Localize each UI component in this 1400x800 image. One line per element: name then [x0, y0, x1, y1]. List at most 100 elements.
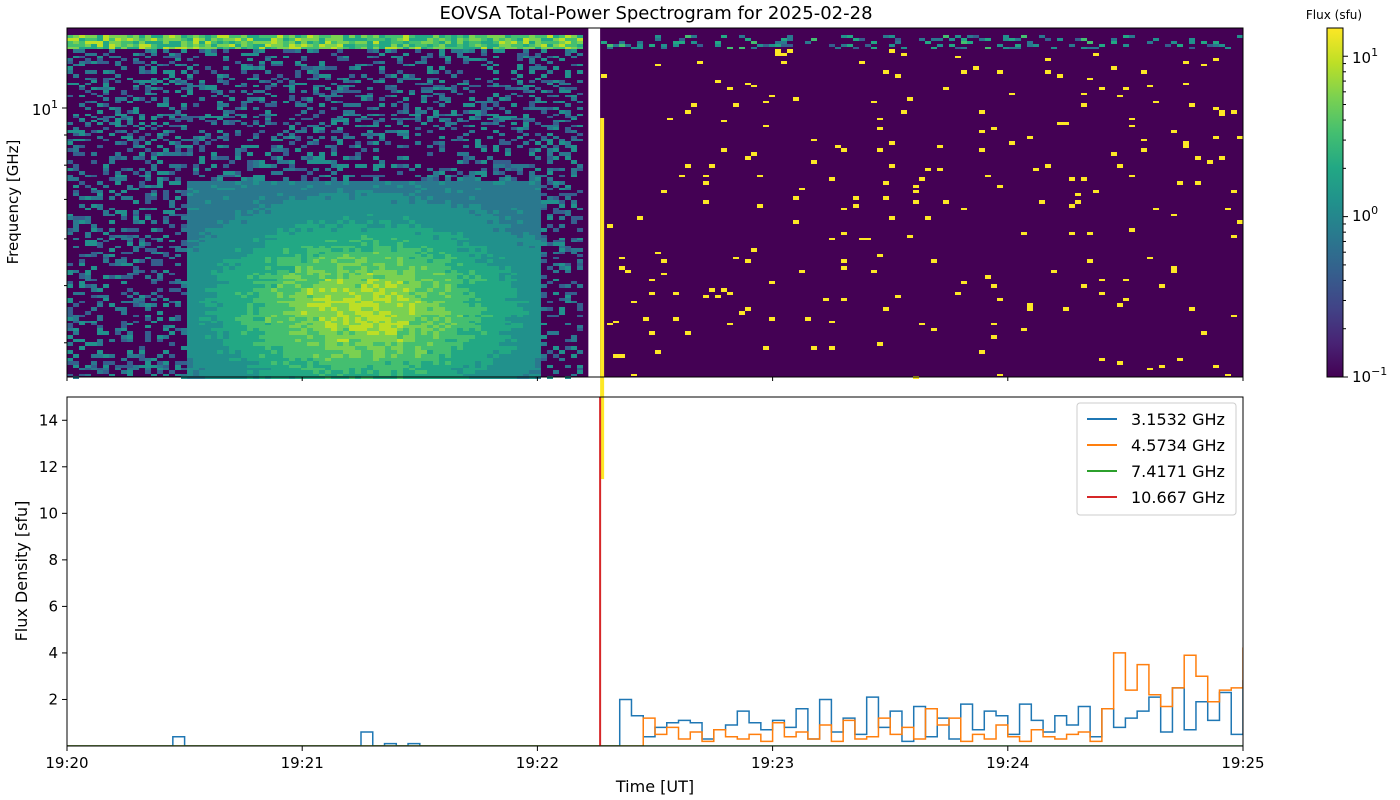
spectrogram-cell — [367, 242, 373, 246]
spectrogram-cell — [343, 110, 349, 114]
spectrogram-cell — [127, 136, 133, 139]
spectrogram-cell — [145, 93, 151, 95]
spectrogram-cell — [133, 259, 139, 263]
spectrogram-cell — [253, 238, 259, 240]
spectrogram-cell — [157, 275, 163, 279]
spectrogram-cell — [163, 130, 169, 133]
spectrogram-cell — [211, 214, 217, 216]
spectrogram-cell — [499, 49, 505, 53]
spectrogram-cell — [193, 41, 199, 44]
spectrogram-cell — [325, 266, 331, 270]
spectrogram-cell — [127, 240, 133, 242]
spectrogram-cell — [325, 97, 331, 101]
spectrogram-cell — [553, 145, 559, 148]
spectrogram-cell — [343, 56, 349, 58]
spectrogram-cell — [151, 41, 157, 44]
spectrogram-cell — [337, 120, 343, 122]
spectrogram-cell — [373, 80, 379, 83]
spectrogram-cell — [403, 246, 409, 248]
spectrogram-cell — [109, 238, 115, 240]
spectrogram-cell — [565, 83, 571, 85]
spectrogram-cell — [271, 193, 277, 196]
spectrogram-cell — [553, 242, 559, 246]
spectrogram-cell — [109, 133, 115, 136]
spectrogram-cell — [79, 181, 85, 185]
spectrogram-cell — [415, 254, 421, 257]
spectrogram-cell — [187, 273, 193, 275]
spectrogram-cell — [133, 235, 139, 238]
spectrogram-cell — [469, 224, 475, 228]
spectrogram-cell — [283, 238, 289, 240]
spectrogram-cell — [145, 196, 151, 200]
spectrogram-cell — [259, 303, 265, 307]
spectrogram-cell — [409, 292, 415, 295]
spectrogram-cell — [283, 252, 289, 254]
spectrogram-cell — [115, 120, 121, 122]
spectrogram-cell — [475, 259, 481, 263]
spectrogram-cell — [229, 41, 235, 44]
spectrogram-cell — [445, 281, 451, 284]
spectrogram-cell — [247, 307, 253, 311]
spectrogram-cell — [505, 175, 511, 177]
spectrogram-cell — [385, 307, 391, 311]
spectrogram-cell — [181, 35, 187, 38]
spectrogram-cell — [331, 224, 337, 228]
spectrogram-cell — [493, 164, 499, 168]
spectrogram-cell — [295, 49, 301, 53]
spectrogram-cell — [247, 252, 253, 254]
spectrogram-cell — [271, 145, 277, 148]
spectrogram-cell — [103, 70, 109, 74]
spectrogram-cell — [457, 196, 463, 200]
spectrogram-cell — [259, 47, 265, 49]
spectrogram-cell — [499, 232, 505, 235]
spectrogram-cell — [295, 204, 301, 208]
spectrogram-cell — [421, 279, 427, 281]
spectrogram-cell — [379, 311, 385, 315]
spectrogram-cell — [457, 49, 463, 53]
spectrogram-cell — [577, 228, 583, 232]
spectrogram-cell — [445, 292, 451, 295]
spectrogram-cell — [391, 254, 397, 257]
spectrogram-cell — [343, 47, 349, 49]
spectrogram-cell — [151, 152, 157, 156]
spectrogram-cell — [295, 259, 301, 263]
spectrogram-cell — [187, 152, 193, 156]
spectrogram-cell — [493, 208, 499, 210]
spectrogram-cell — [439, 311, 445, 315]
spectrogram-cell — [787, 38, 793, 41]
spectrogram-cell — [481, 160, 487, 164]
spectrogram-cell — [199, 156, 205, 160]
spectrogram-cell — [319, 200, 325, 204]
spectrogram-cell — [421, 185, 427, 188]
spectrogram-cell — [325, 181, 331, 185]
spectrogram-cell — [391, 44, 397, 47]
spectrogram-cell — [229, 295, 235, 298]
spectrogram-cell — [457, 284, 463, 288]
spectrogram-cell — [337, 257, 343, 259]
spectrogram-cell — [439, 41, 445, 44]
spectrogram-cell — [529, 85, 535, 87]
spectrogram-cell — [271, 35, 277, 38]
spectrogram-cell — [295, 74, 301, 78]
spectrogram-cell — [373, 248, 379, 252]
spectrogram-cell — [163, 114, 169, 116]
spectrogram-cell — [415, 118, 421, 120]
spectrogram-cell — [379, 298, 385, 301]
spectrogram-cell — [379, 292, 385, 295]
spectrogram-cell — [205, 228, 211, 232]
spectrogram-cell — [487, 279, 493, 281]
spectrogram-cell — [259, 263, 265, 266]
spectrogram-cell — [607, 44, 613, 47]
spectrogram-cell — [523, 240, 529, 242]
spectrogram-cell — [259, 273, 265, 275]
spectrogram-cell — [133, 130, 139, 133]
spectrogram-cell — [523, 56, 529, 58]
spectrogram-cell — [247, 190, 253, 193]
spectrogram-cell — [163, 235, 169, 238]
spectrogram-cell — [253, 136, 259, 139]
spectrogram-cell — [265, 93, 271, 95]
spectrogram-cell — [211, 44, 217, 47]
spectrogram-cell — [139, 303, 145, 307]
spectrogram-cell — [205, 193, 211, 196]
spectrogram-cell — [211, 281, 217, 284]
